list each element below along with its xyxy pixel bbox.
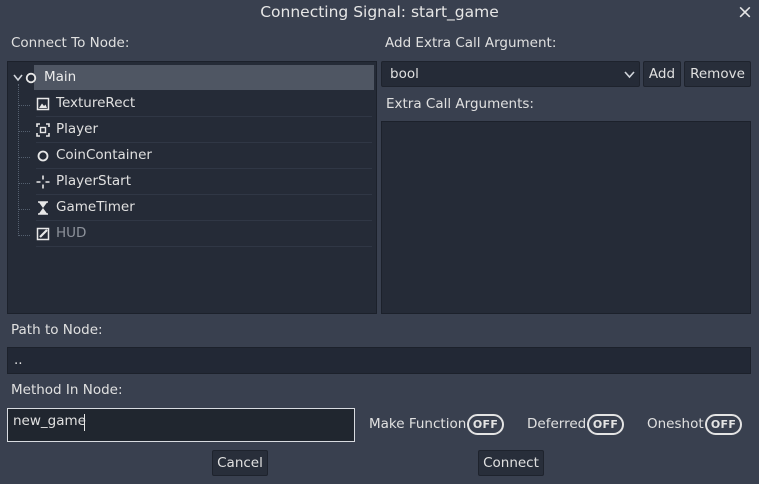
add-extra-arg-label: Add Extra Call Argument:	[385, 35, 557, 51]
canvas-layer-icon	[36, 227, 50, 241]
arg-type-value: bool	[390, 66, 419, 82]
method-name-field[interactable]: new_game	[7, 408, 355, 442]
chevron-down-icon	[624, 71, 635, 79]
extra-args-list[interactable]	[381, 121, 751, 314]
tree-item-label: CoinContainer	[56, 147, 152, 163]
texture-rect-icon	[36, 97, 50, 111]
path-field[interactable]: ..	[7, 347, 751, 374]
tree-item-label: Main	[44, 69, 77, 85]
method-in-node-label: Method In Node:	[11, 382, 123, 398]
area-node-icon	[36, 123, 50, 137]
selection-highlight	[34, 65, 374, 90]
add-arg-button[interactable]: Add	[643, 61, 681, 87]
text-cursor	[84, 414, 85, 431]
node-circle-icon	[25, 72, 37, 84]
deferred-label: Deferred	[527, 416, 587, 432]
oneshot-switch[interactable]: OFF	[705, 414, 742, 435]
cancel-button[interactable]: Cancel	[212, 450, 268, 476]
extra-call-args-label: Extra Call Arguments:	[386, 96, 534, 112]
path-to-node-label: Path to Node:	[11, 322, 103, 338]
connect-button[interactable]: Connect	[478, 450, 544, 476]
node-circle-icon	[37, 150, 49, 162]
timer-icon	[38, 201, 48, 215]
chevron-down-icon[interactable]	[13, 74, 23, 82]
tree-item-label: GameTimer	[56, 199, 135, 215]
make-function-label: Make Function	[369, 416, 467, 432]
oneshot-label: Oneshot	[647, 416, 704, 432]
tree-item-playerstart[interactable]: PlayerStart	[8, 169, 378, 195]
deferred-switch[interactable]: OFF	[587, 414, 624, 435]
tree-item-gametimer[interactable]: GameTimer	[8, 195, 378, 221]
tree-item-label: HUD	[56, 225, 87, 241]
path-value: ..	[14, 352, 23, 368]
tree-item-label: Player	[56, 121, 99, 137]
tree-item-label: PlayerStart	[56, 173, 131, 189]
tree-item-texturerect[interactable]: TextureRect	[8, 91, 378, 117]
tree-item-hud: HUD	[8, 221, 378, 247]
row-divider	[36, 246, 372, 247]
tree-item-label: TextureRect	[56, 95, 136, 111]
tree-item-coincontainer[interactable]: CoinContainer	[8, 143, 378, 169]
remove-arg-button[interactable]: Remove	[684, 61, 751, 87]
tree-item-player[interactable]: Player	[8, 117, 378, 143]
method-name-value: new_game	[13, 413, 86, 429]
node-tree[interactable]: Main TextureRect Player CoinContainer Pl…	[7, 61, 377, 314]
position-icon	[36, 175, 50, 189]
dialog-title: Connecting Signal: start_game	[260, 3, 499, 21]
tree-item-main[interactable]: Main	[8, 65, 378, 91]
arg-type-select[interactable]: bool	[381, 61, 640, 87]
make-function-switch[interactable]: OFF	[467, 414, 504, 435]
connect-to-node-label: Connect To Node:	[11, 35, 130, 51]
close-icon[interactable]: ×	[735, 1, 755, 23]
